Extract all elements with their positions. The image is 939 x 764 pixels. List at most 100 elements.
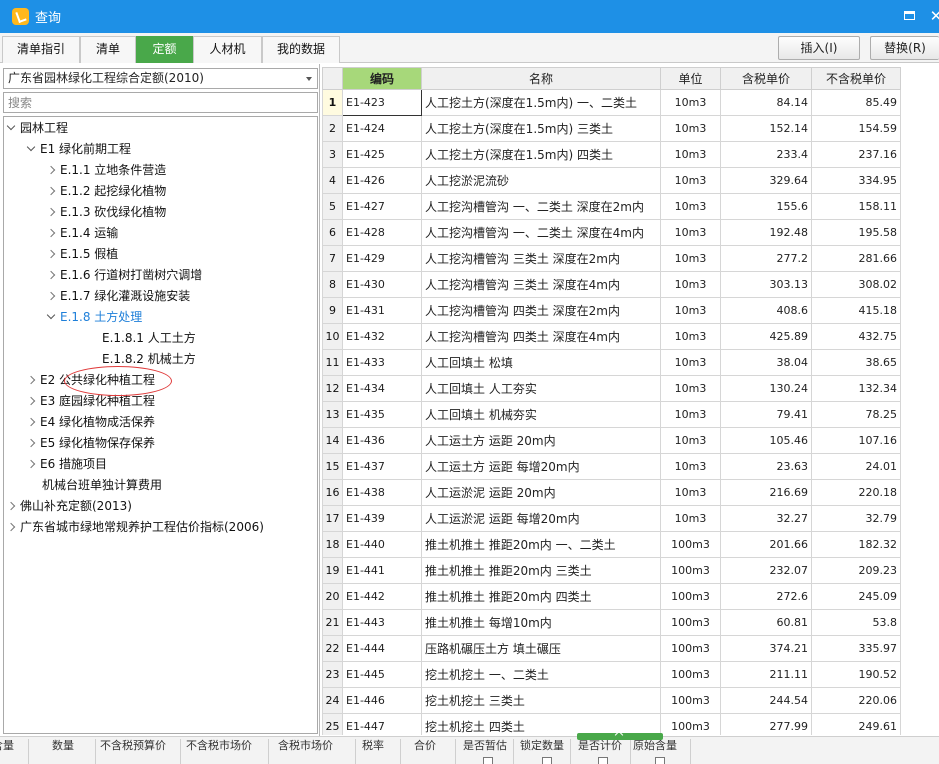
bottom-column-header[interactable]: 数量 <box>52 739 74 753</box>
bottom-column-header[interactable]: 原始含量 <box>633 739 677 753</box>
row-number[interactable]: 14 <box>322 427 343 454</box>
quota-name[interactable]: 推土机推土 推距20m内 一、二类土 <box>421 531 661 558</box>
chevron-right-icon[interactable] <box>46 207 56 217</box>
price-without-tax[interactable]: 182.32 <box>811 531 901 558</box>
table-row[interactable]: 6 E1-428 人工挖沟槽管沟 一、二类土 深度在4m内 10m3 192.48 195… <box>322 219 901 246</box>
quota-unit[interactable]: 10m3 <box>660 89 721 116</box>
chevron-right-icon[interactable] <box>46 228 56 238</box>
quota-code[interactable]: E1-442 <box>342 583 422 610</box>
quota-code[interactable]: E1-439 <box>342 505 422 532</box>
bottom-column-header[interactable]: 是否计价 <box>578 739 622 753</box>
quota-code[interactable]: E1-440 <box>342 531 422 558</box>
chevron-down-icon[interactable] <box>6 121 16 131</box>
chevron-right-icon[interactable] <box>26 375 36 385</box>
tree-node[interactable]: E.1.2 起挖绿化植物 <box>46 181 166 201</box>
quota-code[interactable]: E1-437 <box>342 453 422 480</box>
row-number[interactable]: 10 <box>322 323 343 350</box>
price-without-tax[interactable]: 237.16 <box>811 141 901 168</box>
price-without-tax[interactable]: 85.49 <box>811 89 901 116</box>
table-row[interactable]: 22 E1-444 压路机碾压土方 填土碾压 100m3 374.21 335.97 <box>322 635 901 662</box>
quota-unit[interactable]: 10m3 <box>660 349 721 376</box>
chevron-right-icon[interactable] <box>46 249 56 259</box>
chevron-right-icon[interactable] <box>6 522 16 532</box>
price-with-tax[interactable]: 374.21 <box>720 635 812 662</box>
quota-unit[interactable]: 10m3 <box>660 505 721 532</box>
row-number[interactable]: 15 <box>322 453 343 480</box>
quota-unit[interactable]: 100m3 <box>660 531 721 558</box>
table-row[interactable]: 18 E1-440 推土机推土 推距20m内 一、二类土 100m3 201.66 182… <box>322 531 901 558</box>
row-number[interactable]: 1 <box>322 89 343 116</box>
price-without-tax[interactable]: 107.16 <box>811 427 901 454</box>
chevron-right-icon[interactable] <box>46 270 56 280</box>
price-with-tax[interactable]: 60.81 <box>720 609 812 636</box>
quota-unit[interactable]: 10m3 <box>660 453 721 480</box>
quota-unit[interactable]: 10m3 <box>660 323 721 350</box>
quota-unit[interactable]: 100m3 <box>660 687 721 714</box>
price-with-tax[interactable]: 23.63 <box>720 453 812 480</box>
bottom-column-header[interactable]: 税率 <box>362 739 384 753</box>
table-row[interactable]: 2 E1-424 人工挖土方(深度在1.5m内) 三类土 10m3 152.14 154.… <box>322 115 901 142</box>
quota-name[interactable]: 人工挖淤泥流砂 <box>421 167 661 194</box>
quota-name[interactable]: 人工挖沟槽管沟 一、二类土 深度在4m内 <box>421 219 661 246</box>
row-number[interactable]: 22 <box>322 635 343 662</box>
chevron-right-icon[interactable] <box>26 438 36 448</box>
quota-unit[interactable]: 100m3 <box>660 635 721 662</box>
quota-name[interactable]: 人工回填土 人工夯实 <box>421 375 661 402</box>
table-row[interactable]: 3 E1-425 人工挖土方(深度在1.5m内) 四类土 10m3 233.4 237.1… <box>322 141 901 168</box>
quota-unit[interactable]: 10m3 <box>660 375 721 402</box>
bottom-column-header[interactable]: 合价 <box>414 739 436 753</box>
quota-library-select[interactable]: 广东省园林绿化工程综合定额(2010) <box>3 68 318 89</box>
row-number[interactable]: 20 <box>322 583 343 610</box>
quota-unit[interactable]: 10m3 <box>660 427 721 454</box>
quota-code[interactable]: E1-425 <box>342 141 422 168</box>
quota-unit[interactable]: 10m3 <box>660 167 721 194</box>
quota-code[interactable]: E1-424 <box>342 115 422 142</box>
quota-unit[interactable]: 10m3 <box>660 401 721 428</box>
quota-code[interactable]: E1-423 <box>342 89 422 116</box>
replace-button[interactable]: 替换(R) <box>870 36 939 60</box>
price-with-tax[interactable]: 277.99 <box>720 713 812 735</box>
header-name[interactable]: 名称 <box>421 67 661 90</box>
table-row[interactable]: 24 E1-446 挖土机挖土 三类土 100m3 244.54 220.06 <box>322 687 901 714</box>
header-code[interactable]: 编码 <box>342 67 422 90</box>
quota-code[interactable]: E1-433 <box>342 349 422 376</box>
quota-code[interactable]: E1-443 <box>342 609 422 636</box>
tree-node[interactable]: E.1.1 立地条件营造 <box>46 160 166 180</box>
header-unit[interactable]: 单位 <box>660 67 721 90</box>
table-row[interactable]: 20 E1-442 推土机推土 推距20m内 四类土 100m3 272.6 245.09 <box>322 583 901 610</box>
row-number[interactable]: 21 <box>322 609 343 636</box>
row-number[interactable]: 25 <box>322 713 343 735</box>
quota-code[interactable]: E1-428 <box>342 219 422 246</box>
header-price-with-tax[interactable]: 含税单价 <box>720 67 812 90</box>
price-with-tax[interactable]: 216.69 <box>720 479 812 506</box>
price-with-tax[interactable]: 232.07 <box>720 557 812 584</box>
quota-name[interactable]: 人工运土方 运距 每增20m内 <box>421 453 661 480</box>
tab-bill[interactable]: 清单 <box>80 36 136 63</box>
quota-code[interactable]: E1-447 <box>342 713 422 735</box>
table-row[interactable]: 17 E1-439 人工运淤泥 运距 每增20m内 10m3 32.27 32.79 <box>322 505 901 532</box>
quota-code[interactable]: E1-435 <box>342 401 422 428</box>
price-with-tax[interactable]: 272.6 <box>720 583 812 610</box>
price-without-tax[interactable]: 38.65 <box>811 349 901 376</box>
tree-node[interactable]: E.1.4 运输 <box>46 223 118 243</box>
quota-unit[interactable]: 10m3 <box>660 297 721 324</box>
row-checkbox[interactable] <box>598 757 608 764</box>
row-number[interactable]: 24 <box>322 687 343 714</box>
quota-unit[interactable]: 10m3 <box>660 271 721 298</box>
table-row[interactable]: 8 E1-430 人工挖沟槽管沟 三类土 深度在4m内 10m3 303.13 308.0… <box>322 271 901 298</box>
quota-name[interactable]: 推土机推土 推距20m内 四类土 <box>421 583 661 610</box>
quota-name[interactable]: 人工挖土方(深度在1.5m内) 一、二类土 <box>421 89 661 116</box>
price-with-tax[interactable]: 130.24 <box>720 375 812 402</box>
price-without-tax[interactable]: 209.23 <box>811 557 901 584</box>
quota-code[interactable]: E1-436 <box>342 427 422 454</box>
table-row[interactable]: 14 E1-436 人工运土方 运距 20m内 10m3 105.46 107.16 <box>322 427 901 454</box>
quota-name[interactable]: 推土机推土 每增10m内 <box>421 609 661 636</box>
price-with-tax[interactable]: 244.54 <box>720 687 812 714</box>
quota-name[interactable]: 人工挖沟槽管沟 四类土 深度在4m内 <box>421 323 661 350</box>
price-with-tax[interactable]: 84.14 <box>720 89 812 116</box>
quota-name[interactable]: 人工挖沟槽管沟 三类土 深度在4m内 <box>421 271 661 298</box>
quota-name[interactable]: 压路机碾压土方 填土碾压 <box>421 635 661 662</box>
price-without-tax[interactable]: 245.09 <box>811 583 901 610</box>
quota-name[interactable]: 人工回填土 机械夯实 <box>421 401 661 428</box>
table-row[interactable]: 15 E1-437 人工运土方 运距 每增20m内 10m3 23.63 24.01 <box>322 453 901 480</box>
